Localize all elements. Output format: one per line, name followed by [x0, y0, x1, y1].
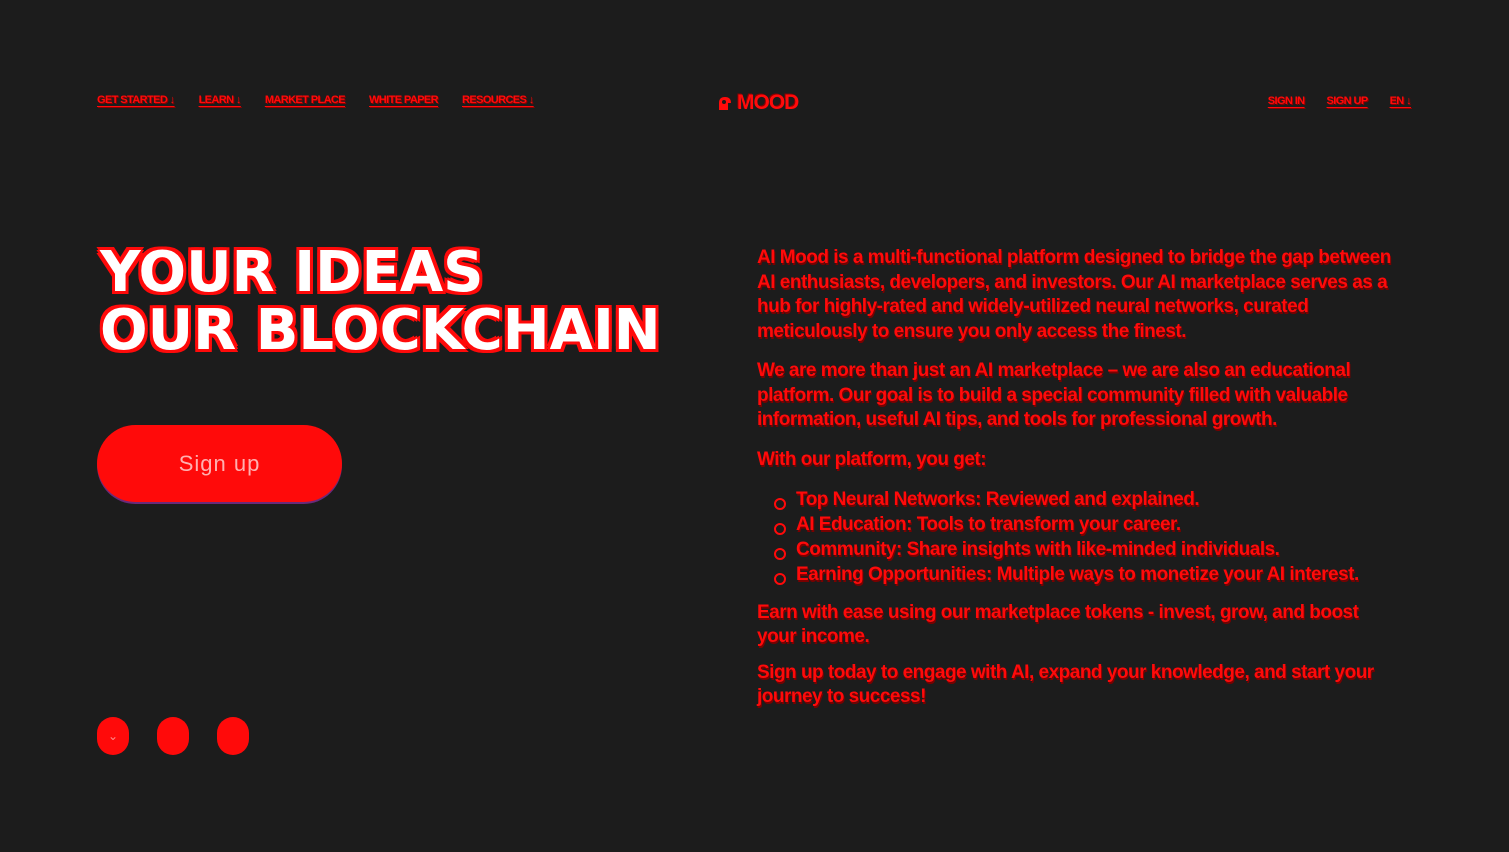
social-links: ⌄: [97, 717, 249, 755]
features-lead: With our platform, you get:: [757, 448, 987, 470]
list-item: AI Education: Tools to transform your ca…: [774, 512, 1402, 537]
education-paragraph: We are more than just an AI marketplace …: [757, 360, 1351, 430]
nav-learn[interactable]: LEARN ↓: [199, 94, 242, 106]
primary-nav: GET STARTED ↓ LEARN ↓ MARKET PLACE WHITE…: [97, 94, 534, 106]
brain-logo-icon: [716, 94, 734, 112]
list-item: Earning Opportunities: Multiple ways to …: [774, 562, 1402, 587]
social-link-1[interactable]: ⌄: [97, 717, 129, 755]
nav-get-started[interactable]: GET STARTED ↓: [97, 94, 175, 106]
list-item: Top Neural Networks: Reviewed and explai…: [774, 487, 1402, 512]
list-item: Community: Share insights with like-mind…: [774, 537, 1402, 562]
nav-white-paper[interactable]: WHITE PAPER: [369, 94, 439, 106]
intro-paragraph: AI Mood is a multi-functional platform d…: [757, 247, 1391, 342]
cta-paragraph: Sign up today to engage with AI, expand …: [757, 662, 1374, 707]
social-link-2[interactable]: [157, 717, 189, 755]
nav-resources[interactable]: RESOURCES ↓: [462, 94, 534, 106]
hero-title-line-2: OUR BLOCKCHAIN: [100, 298, 661, 363]
about-section: AI Mood is a multi-functional platform d…: [757, 246, 1402, 721]
site-logo[interactable]: MOOD: [716, 91, 799, 115]
hero-sign-up-button[interactable]: Sign up: [97, 425, 342, 502]
hero-title: YOUR IDEAS OUR BLOCKCHAIN: [100, 244, 661, 360]
earn-paragraph: Earn with ease using our marketplace tok…: [757, 602, 1359, 647]
social-link-3[interactable]: [217, 717, 249, 755]
features-list: Top Neural Networks: Reviewed and explai…: [757, 487, 1402, 587]
nav-market-place[interactable]: MARKET PLACE: [265, 94, 346, 106]
landing-page: GET STARTED ↓ LEARN ↓ MARKET PLACE WHITE…: [0, 0, 1509, 852]
logo-wordmark: MOOD: [737, 91, 799, 114]
hero-title-line-1: YOUR IDEAS: [100, 240, 484, 305]
account-nav: SIGN IN SIGN UP EN ↓: [1268, 95, 1412, 107]
language-selector[interactable]: EN ↓: [1390, 95, 1412, 107]
sign-up-link[interactable]: SIGN UP: [1327, 95, 1369, 107]
sign-in-link[interactable]: SIGN IN: [1268, 95, 1305, 107]
